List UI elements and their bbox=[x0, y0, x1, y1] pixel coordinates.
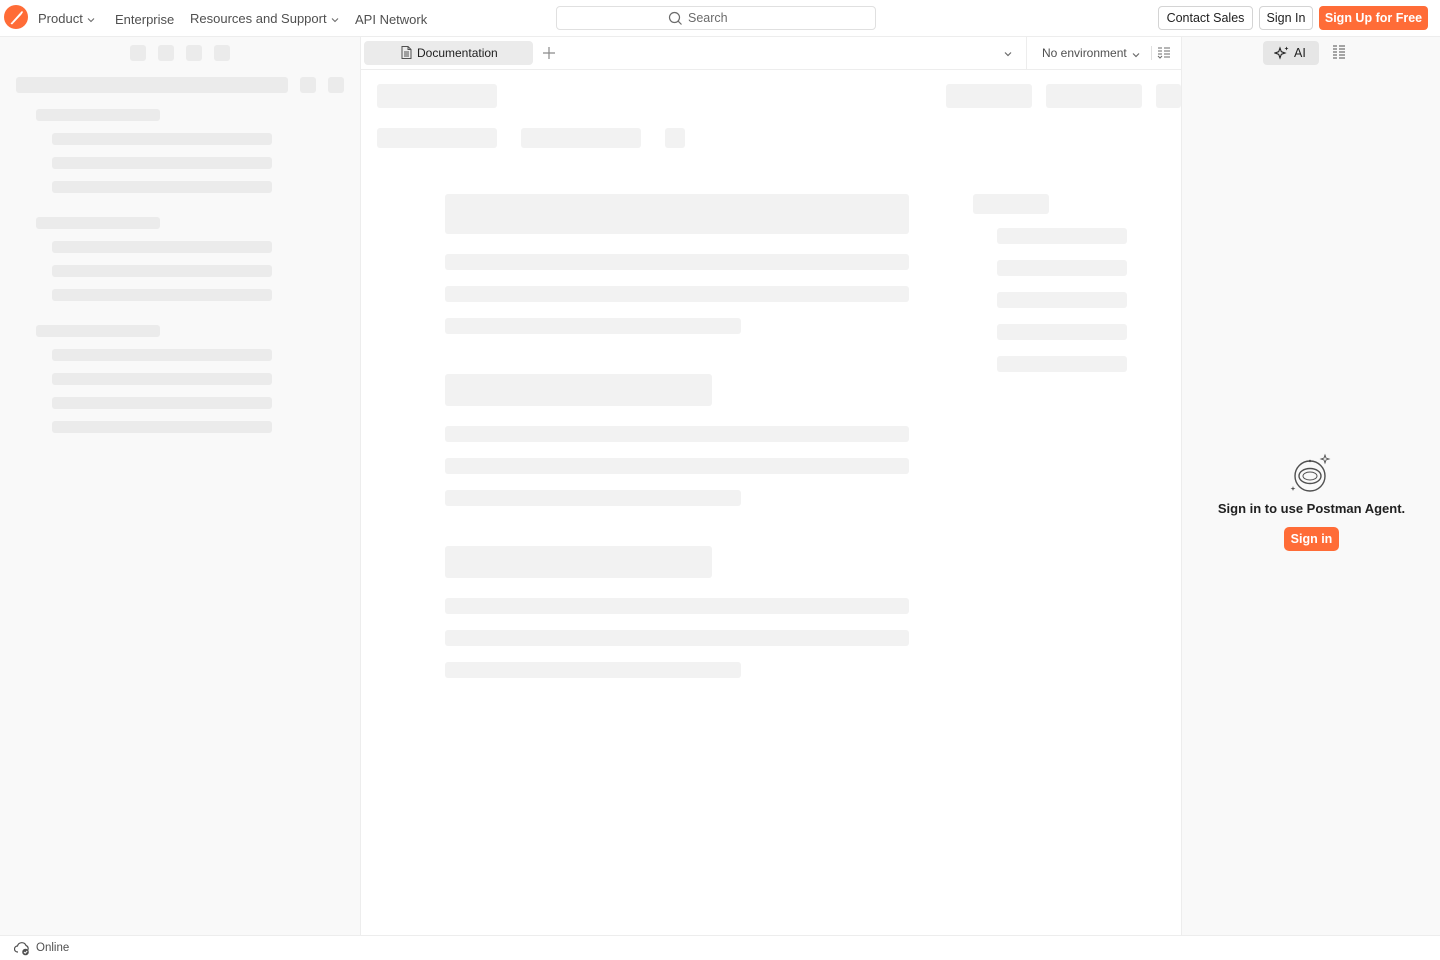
chevron-down-icon[interactable] bbox=[1003, 47, 1013, 62]
nav-api-network[interactable]: API Network bbox=[355, 11, 427, 29]
skeleton-item bbox=[52, 397, 272, 409]
skeleton-item bbox=[52, 289, 272, 301]
skeleton-item bbox=[52, 133, 272, 145]
nav-api-network-label: API Network bbox=[355, 12, 428, 27]
divider bbox=[1151, 46, 1152, 60]
skeleton-toc-item bbox=[997, 260, 1127, 276]
main-content: Documentation No environment bbox=[361, 37, 1181, 935]
nav-enterprise-label: Enterprise bbox=[115, 12, 175, 27]
postman-logo-icon[interactable] bbox=[4, 5, 28, 29]
skeleton-folder bbox=[36, 217, 160, 229]
nav-resources-and-support[interactable]: Resources and Support bbox=[190, 10, 339, 28]
skeleton-toc-title bbox=[973, 194, 1049, 214]
sign-up-button[interactable]: Sign Up for Free bbox=[1319, 6, 1428, 30]
context-panel-icon[interactable] bbox=[1332, 45, 1346, 64]
skeleton-item bbox=[52, 373, 272, 385]
sidebar bbox=[0, 37, 361, 935]
skeleton-item bbox=[52, 421, 272, 433]
skeleton-sidebar-tab bbox=[186, 45, 202, 61]
skeleton-sidebar-action bbox=[328, 77, 344, 93]
nav-resources-label: Resources and Support bbox=[190, 11, 327, 26]
search-icon bbox=[668, 11, 683, 29]
skeleton-button bbox=[946, 84, 1032, 108]
skeleton-sidebar-tab bbox=[214, 45, 230, 61]
online-status-label[interactable]: Online bbox=[36, 941, 69, 955]
right-panel: AI Sign in to use Postman Agent. Sign in bbox=[1181, 37, 1440, 935]
skeleton-line bbox=[445, 490, 741, 506]
chevron-down-icon bbox=[331, 11, 339, 29]
skeleton-line bbox=[445, 630, 909, 646]
environment-settings-icon[interactable] bbox=[1157, 46, 1171, 63]
skeleton-heading bbox=[445, 194, 909, 234]
plus-icon[interactable] bbox=[541, 45, 557, 61]
skeleton-heading bbox=[445, 546, 712, 578]
skeleton-toc-item bbox=[997, 228, 1127, 244]
skeleton-sidebar-search bbox=[16, 77, 288, 93]
top-navigation-bar: Product Enterprise Resources and Support… bbox=[0, 0, 1440, 37]
skeleton-line bbox=[445, 662, 741, 678]
skeleton-sidebar-action bbox=[300, 77, 316, 93]
sign-in-button[interactable]: Sign In bbox=[1259, 6, 1313, 30]
nav-product[interactable]: Product bbox=[38, 10, 95, 28]
tab-bar: Documentation No environment bbox=[361, 37, 1181, 70]
chevron-down-icon[interactable] bbox=[1131, 48, 1141, 63]
skeleton-line bbox=[445, 286, 909, 302]
document-icon bbox=[401, 46, 412, 62]
astronaut-icon bbox=[1288, 452, 1332, 497]
agent-signin-button[interactable]: Sign in bbox=[1284, 527, 1339, 551]
skeleton-folder bbox=[36, 109, 160, 121]
chevron-down-icon bbox=[87, 11, 95, 29]
skeleton-toc-item bbox=[997, 292, 1127, 308]
nav-enterprise[interactable]: Enterprise bbox=[115, 11, 174, 29]
skeleton-meta bbox=[521, 128, 641, 148]
tab-documentation-label: Documentation bbox=[417, 46, 498, 60]
search-input[interactable]: Search bbox=[556, 6, 876, 30]
skeleton-meta bbox=[665, 128, 685, 148]
skeleton-meta bbox=[377, 128, 497, 148]
skeleton-heading bbox=[445, 374, 712, 406]
skeleton-line bbox=[445, 458, 909, 474]
skeleton-line bbox=[445, 254, 909, 270]
agent-signin-message: Sign in to use Postman Agent. bbox=[1217, 501, 1406, 516]
skeleton-item bbox=[52, 157, 272, 169]
skeleton-folder bbox=[36, 325, 160, 337]
contact-sales-button[interactable]: Contact Sales bbox=[1158, 6, 1253, 30]
divider bbox=[1026, 37, 1027, 70]
nav-product-label: Product bbox=[38, 11, 83, 26]
skeleton-button bbox=[1156, 84, 1181, 108]
ai-button[interactable]: AI bbox=[1263, 41, 1319, 65]
ai-sparkle-icon bbox=[1273, 46, 1290, 63]
skeleton-line bbox=[445, 598, 909, 614]
skeleton-toc-item bbox=[997, 324, 1127, 340]
status-bar: Online bbox=[0, 935, 1440, 960]
skeleton-item bbox=[52, 349, 272, 361]
skeleton-sidebar-tab bbox=[158, 45, 174, 61]
skeleton-toc-item bbox=[997, 356, 1127, 372]
skeleton-item bbox=[52, 265, 272, 277]
search-placeholder: Search bbox=[688, 11, 728, 25]
tab-documentation[interactable]: Documentation bbox=[364, 41, 533, 65]
skeleton-sidebar-tab bbox=[130, 45, 146, 61]
skeleton-item bbox=[52, 181, 272, 193]
online-cloud-icon[interactable] bbox=[13, 941, 31, 959]
environment-selector[interactable]: No environment bbox=[1042, 46, 1127, 60]
skeleton-item bbox=[52, 241, 272, 253]
skeleton-button bbox=[1046, 84, 1142, 108]
skeleton-line bbox=[445, 318, 741, 334]
ai-button-label: AI bbox=[1294, 46, 1306, 60]
skeleton-title bbox=[377, 84, 497, 108]
skeleton-line bbox=[445, 426, 909, 442]
